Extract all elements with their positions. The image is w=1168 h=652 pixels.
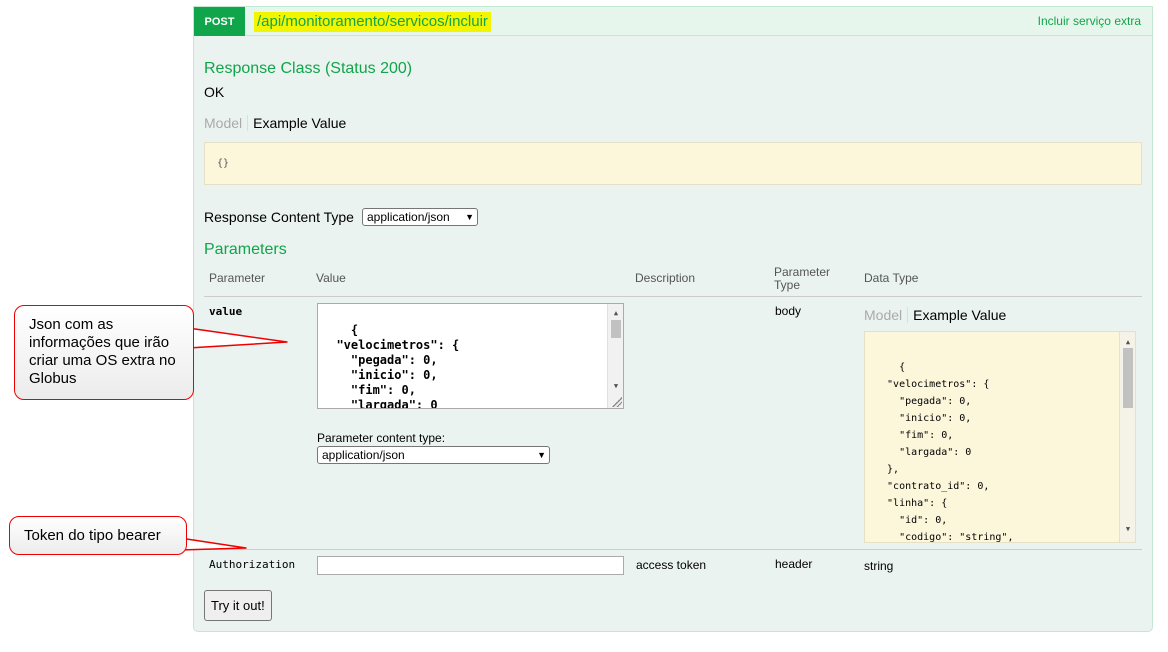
- json-callout: Json com as informações que irão criar u…: [14, 305, 194, 400]
- json-callout-pointer: [187, 327, 288, 349]
- token-callout-text: Token do tipo bearer: [24, 527, 161, 544]
- json-callout-text: Json com as informações que irão criar u…: [29, 316, 176, 387]
- token-callout: Token do tipo bearer: [9, 516, 187, 555]
- token-callout-pointer: [179, 537, 247, 551]
